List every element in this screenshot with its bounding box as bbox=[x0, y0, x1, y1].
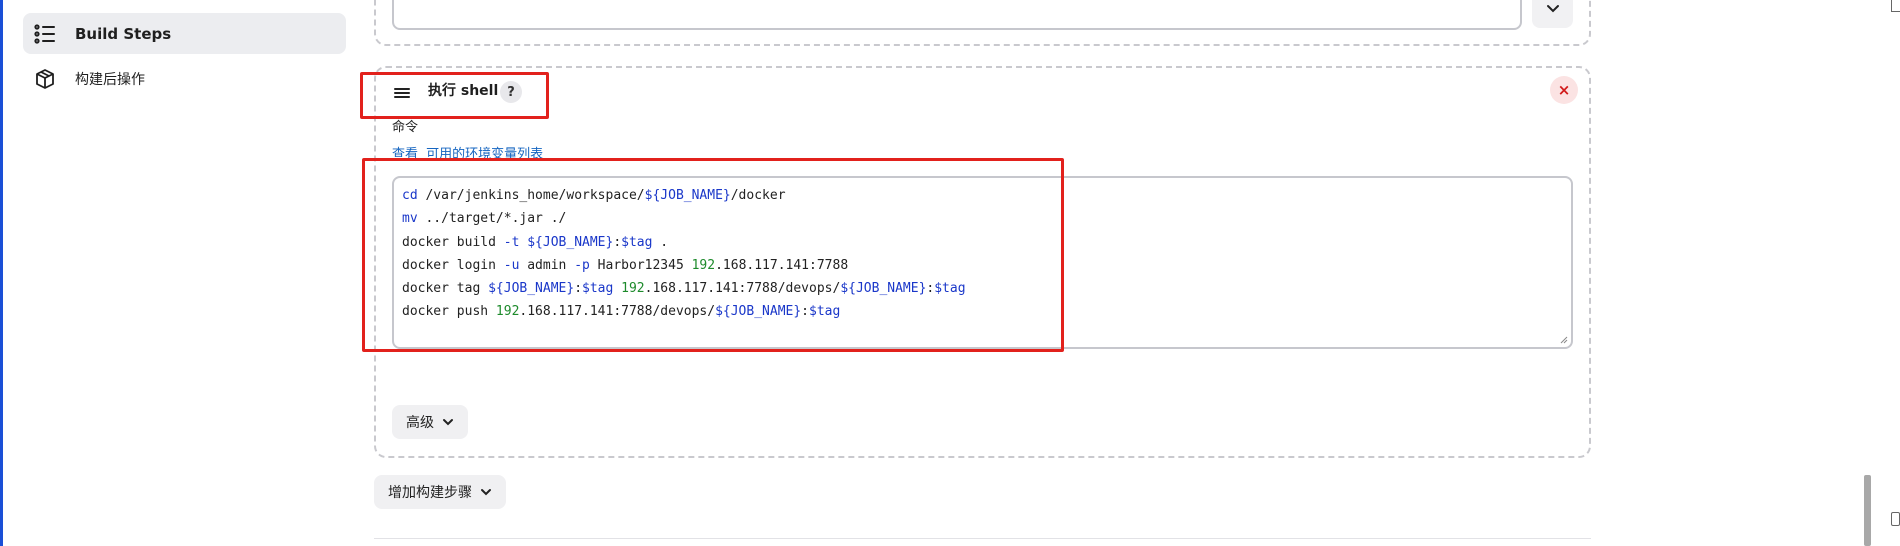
resize-grip-icon[interactable] bbox=[1560, 336, 1568, 344]
sidebar-item-label: Build Steps bbox=[75, 24, 172, 43]
list-steps-icon bbox=[33, 22, 57, 46]
sidebar-item-post-build[interactable]: 构建后操作 bbox=[23, 60, 346, 98]
scrollbar-thumb[interactable] bbox=[1864, 475, 1871, 546]
sidebar-item-label: 构建后操作 bbox=[75, 72, 145, 88]
step-title: 执行 shell bbox=[428, 83, 499, 99]
add-build-step-button[interactable]: 增加构建步骤 bbox=[374, 475, 506, 509]
advanced-button[interactable]: 高级 bbox=[392, 405, 468, 439]
chevron-down-icon bbox=[480, 488, 492, 496]
highlight-box-command bbox=[362, 158, 1064, 352]
corner-mark-icon bbox=[1891, 0, 1900, 12]
add-build-step-label: 增加构建步骤 bbox=[388, 485, 472, 501]
drag-handle-icon[interactable] bbox=[393, 85, 411, 99]
command-label: 命令 bbox=[392, 120, 419, 135]
chevron-down-icon bbox=[1546, 5, 1559, 13]
help-icon[interactable]: ? bbox=[500, 81, 522, 103]
chevron-down-icon bbox=[442, 418, 454, 426]
package-icon bbox=[33, 67, 57, 91]
section-divider bbox=[374, 538, 1591, 539]
previous-step-dropdown-button[interactable] bbox=[1532, 0, 1573, 28]
window-left-edge bbox=[0, 0, 3, 546]
advanced-label: 高级 bbox=[406, 415, 434, 431]
delete-step-button[interactable]: × bbox=[1550, 76, 1578, 104]
sidebar-item-build-steps[interactable]: Build Steps bbox=[23, 13, 346, 54]
previous-step-input[interactable] bbox=[392, 0, 1522, 30]
window-edge-icon bbox=[1891, 512, 1900, 526]
